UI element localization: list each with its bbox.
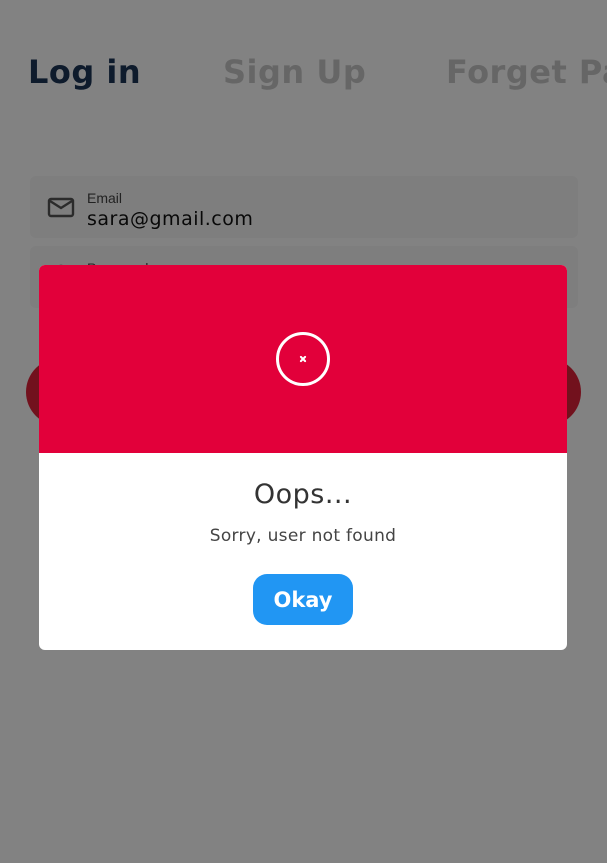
dialog-title: Oops... (253, 479, 353, 510)
error-x-icon (276, 332, 330, 386)
okay-button[interactable]: Okay (253, 574, 353, 625)
error-dialog: Oops... Sorry, user not found Okay (39, 265, 567, 650)
error-x-mark (299, 355, 307, 363)
dialog-message: Sorry, user not found (209, 526, 397, 546)
dialog-header (39, 265, 567, 453)
